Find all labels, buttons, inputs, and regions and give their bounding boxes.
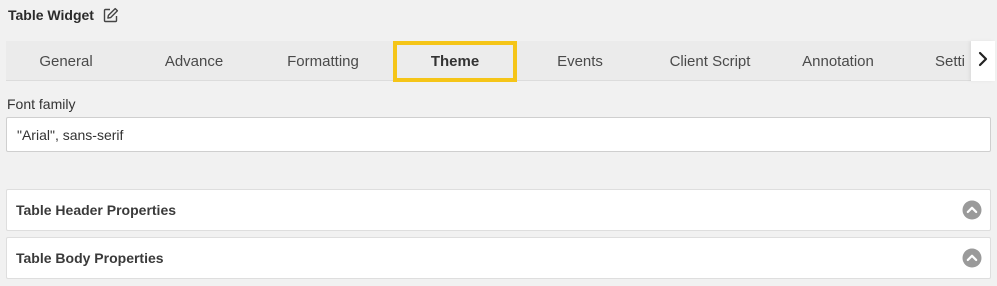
tab-annotation[interactable]: Annotation xyxy=(774,41,902,81)
panel-title: Table Body Properties xyxy=(16,250,164,266)
widget-title: Table Widget xyxy=(8,7,94,23)
chevron-up-circle-icon[interactable] xyxy=(962,200,982,220)
tab-client-script[interactable]: Client Script xyxy=(646,41,774,81)
tab-general[interactable]: General xyxy=(6,41,126,81)
font-family-label: Font family xyxy=(7,96,76,112)
tab-advance[interactable]: Advance xyxy=(130,41,258,81)
tab-label: General xyxy=(39,52,93,70)
panel-title: Table Header Properties xyxy=(16,202,177,218)
chevron-right-icon xyxy=(977,51,989,72)
font-family-input[interactable] xyxy=(6,117,991,152)
chevron-up-circle-icon[interactable] xyxy=(962,248,982,268)
tab-label: Annotation xyxy=(802,52,874,70)
tab-label: Setti xyxy=(935,52,966,70)
tab-bar: General Advance Formatting Theme Events … xyxy=(6,41,995,82)
table-body-properties-panel[interactable]: Table Body Properties xyxy=(6,237,991,279)
tab-formatting[interactable]: Formatting xyxy=(259,41,387,81)
tab-label: Advance xyxy=(164,52,224,70)
tab-label: Formatting xyxy=(287,52,359,70)
tab-settings[interactable]: Setti xyxy=(935,41,971,81)
table-header-properties-panel[interactable]: Table Header Properties xyxy=(6,189,991,231)
tab-events[interactable]: Events xyxy=(516,41,644,81)
tab-label: Client Script xyxy=(669,52,751,70)
tab-label: Events xyxy=(557,52,603,70)
widget-header: Table Widget xyxy=(8,5,119,25)
edit-pencil-icon[interactable] xyxy=(103,7,119,23)
tab-theme[interactable]: Theme xyxy=(393,41,517,82)
tabs-scroll-right-button[interactable] xyxy=(971,41,995,81)
tab-label: Theme xyxy=(430,53,480,70)
